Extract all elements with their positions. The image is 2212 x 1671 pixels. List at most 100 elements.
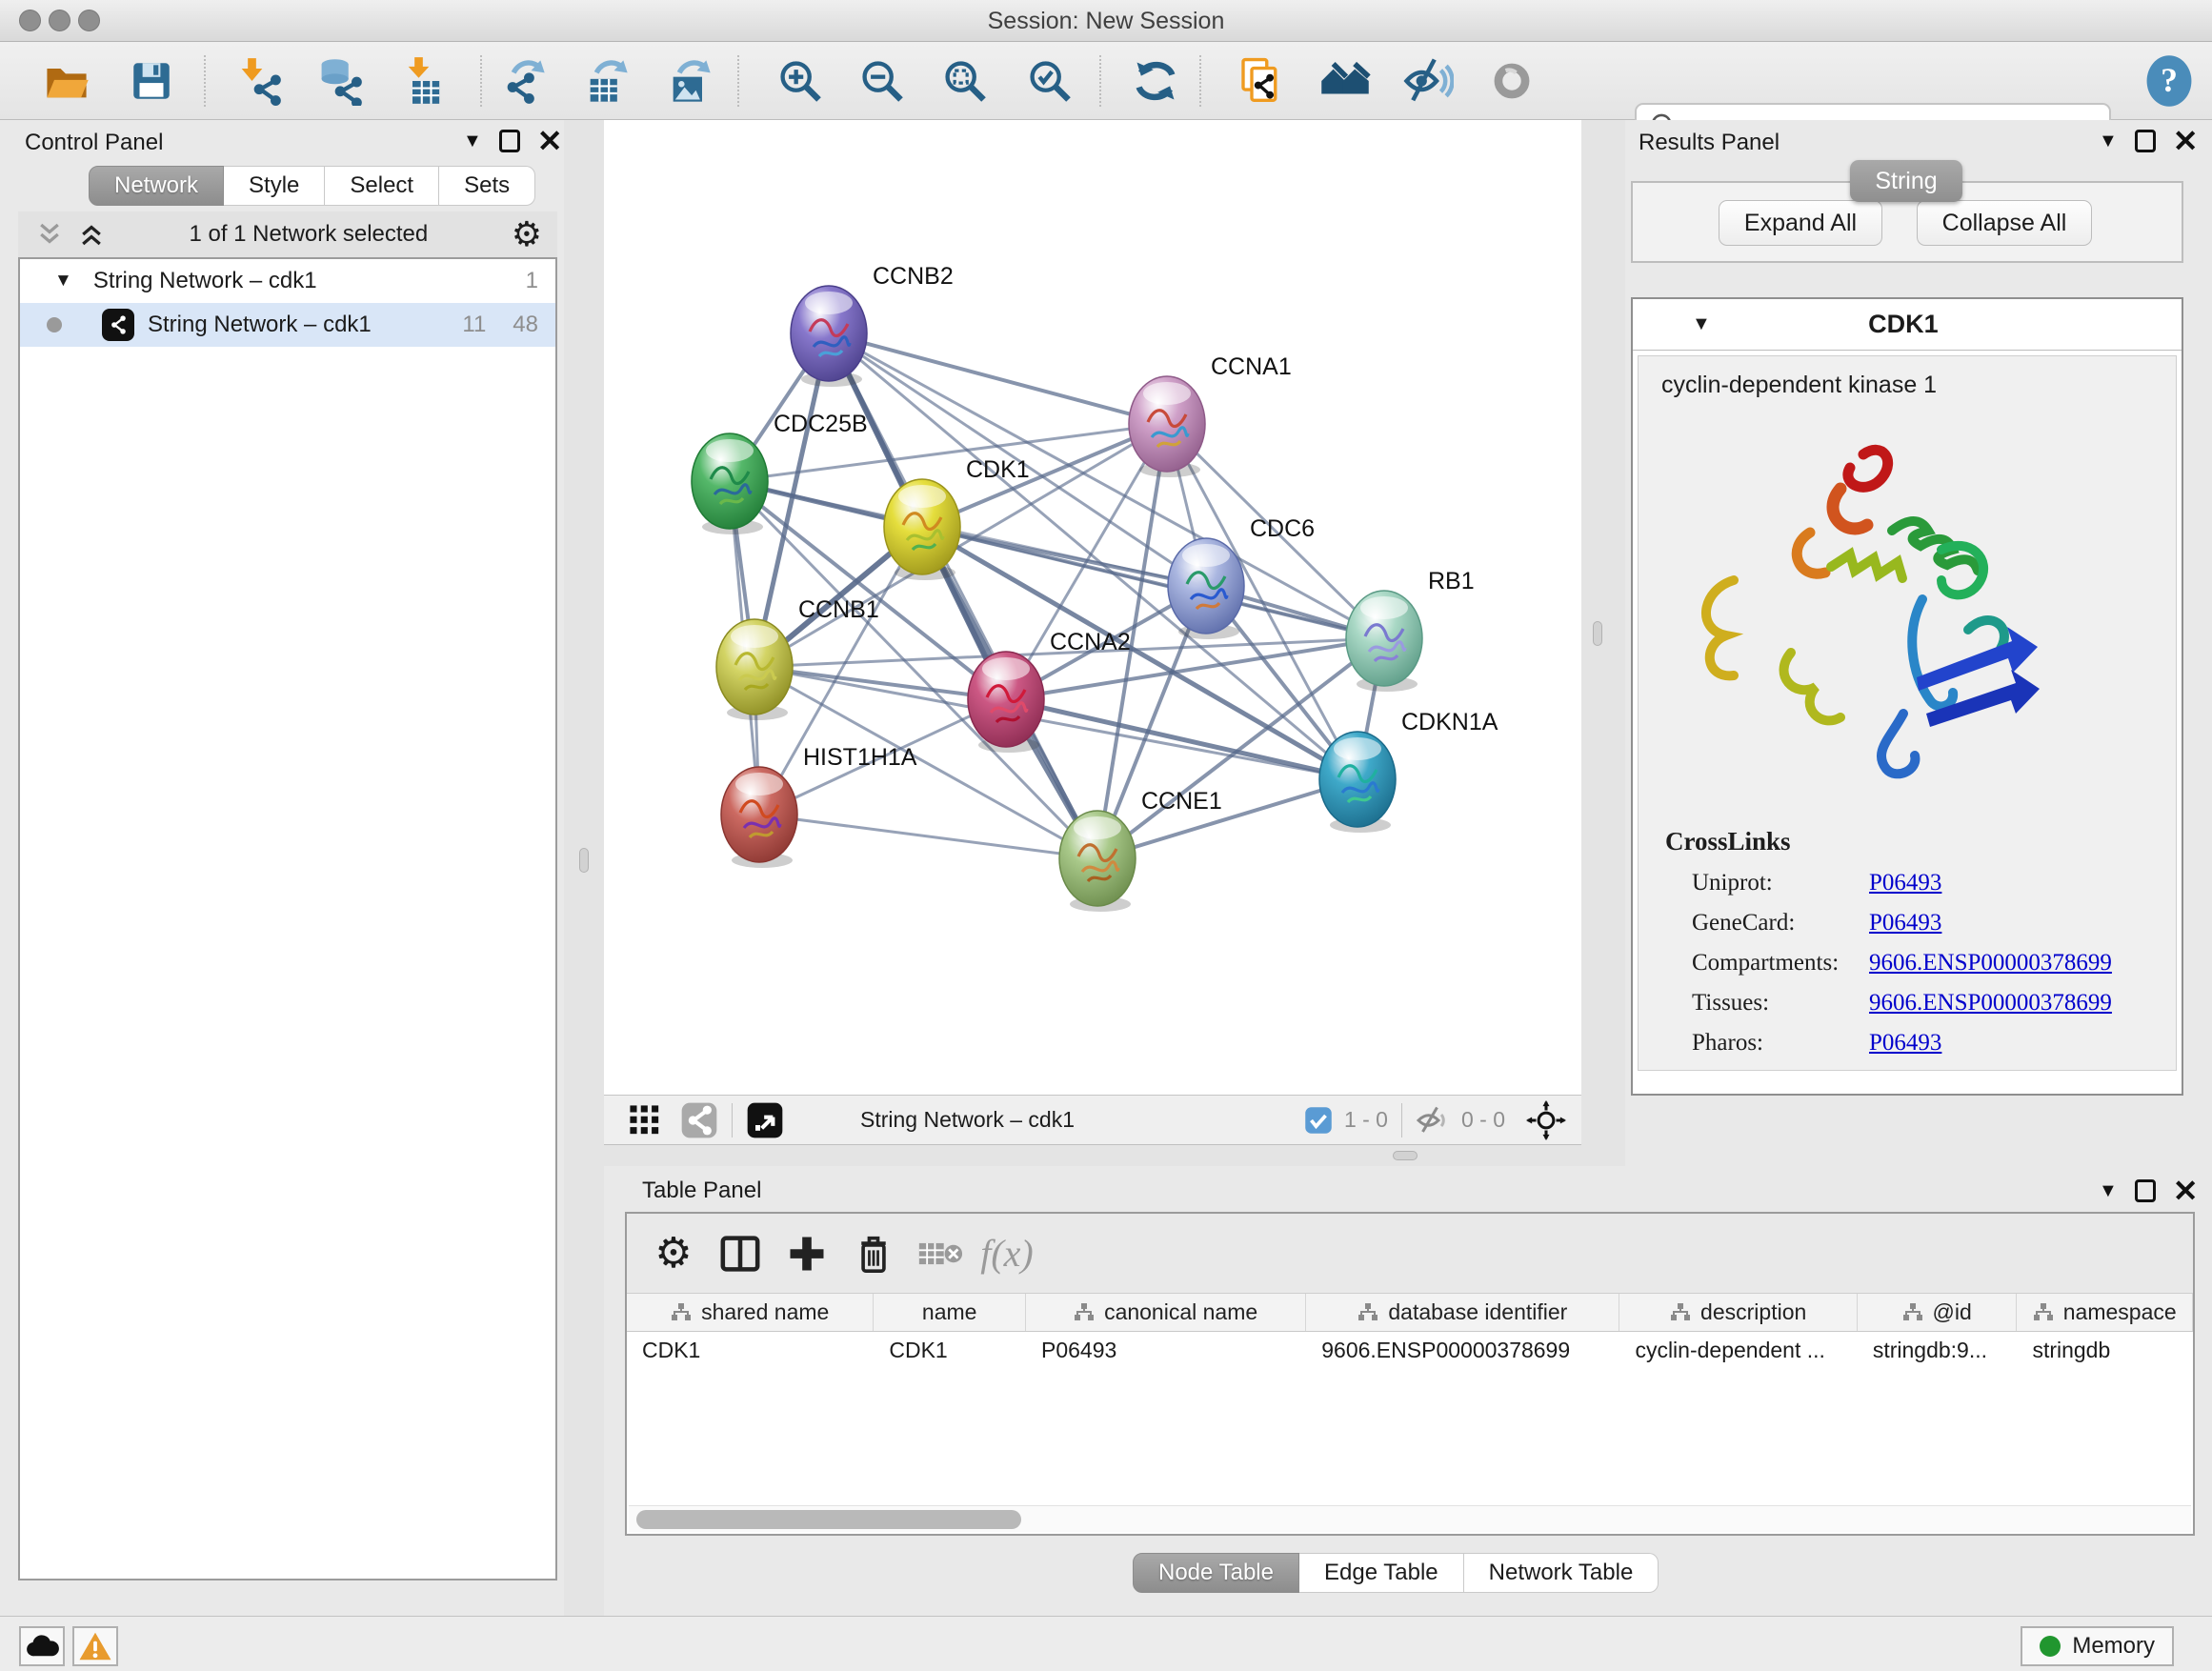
- right-splitter-handle[interactable]: [1593, 621, 1602, 646]
- table-cell[interactable]: 9606.ENSP00000378699: [1306, 1332, 1619, 1368]
- network-edge-CCNA2-CCNA1[interactable]: [1006, 424, 1167, 699]
- column-header-database-identifier[interactable]: database identifier: [1306, 1294, 1619, 1331]
- delete-column-icon[interactable]: [840, 1233, 907, 1275]
- network-collection-row[interactable]: ▼ String Network – cdk1 1: [20, 259, 555, 303]
- cloud-status-button[interactable]: [19, 1626, 65, 1666]
- network-node-RB1[interactable]: RB1: [1346, 568, 1475, 692]
- network-graph[interactable]: CCNB2CCNA1CDC25BCDK1CDC6RB1CCNB1CCNA2CDK…: [604, 120, 1581, 1095]
- tree-expand-icon[interactable]: ▼: [54, 271, 72, 292]
- zoom-fit-button[interactable]: [934, 50, 996, 111]
- open-file-button[interactable]: [35, 50, 98, 111]
- collapse-all-icon[interactable]: [35, 220, 64, 249]
- table-settings-gear-icon[interactable]: ⚙: [640, 1229, 707, 1278]
- gene-collapse-icon[interactable]: ▼: [1692, 313, 1711, 335]
- add-column-icon[interactable]: [774, 1234, 840, 1274]
- scrollbar-thumb[interactable]: [636, 1510, 1021, 1529]
- network-edge-CDKN1A-CCNE1[interactable]: [1097, 779, 1357, 858]
- help-button[interactable]: ?: [2138, 50, 2201, 111]
- column-header-namespace[interactable]: namespace: [2017, 1294, 2193, 1331]
- network-node-CCNA1[interactable]: CCNA1: [1129, 353, 1292, 477]
- tab-sets[interactable]: Sets: [439, 166, 535, 206]
- refresh-button[interactable]: [1124, 50, 1187, 111]
- column-header--id[interactable]: @id: [1858, 1294, 2018, 1331]
- column-header-description[interactable]: description: [1619, 1294, 1857, 1331]
- import-network-file-button[interactable]: [227, 50, 290, 111]
- network-node-CDC25B[interactable]: CDC25B: [692, 411, 868, 534]
- network-options-gear-icon[interactable]: ⚙: [512, 217, 542, 252]
- panel-collapse-icon[interactable]: ▼: [2099, 1180, 2118, 1202]
- export-network-button[interactable]: [493, 50, 555, 111]
- panel-close-icon[interactable]: ✕: [537, 130, 563, 152]
- svg-text:?: ?: [2161, 61, 2178, 99]
- export-image-button[interactable]: [658, 50, 721, 111]
- import-table-file-button[interactable]: [393, 50, 456, 111]
- network-edge-CCNE1-HIST1H1A[interactable]: [759, 815, 1097, 858]
- network-edge-CDC25B-CDC6[interactable]: [730, 481, 1206, 586]
- zoom-out-button[interactable]: [851, 50, 914, 111]
- table-hscrollbar[interactable]: [629, 1505, 2191, 1532]
- panel-collapse-icon[interactable]: ▼: [463, 131, 482, 152]
- warnings-button[interactable]: [72, 1626, 118, 1666]
- tab-network-table[interactable]: Network Table: [1464, 1553, 1659, 1593]
- crosslink-value-link[interactable]: P06493: [1869, 910, 1941, 936]
- import-network-database-button[interactable]: [308, 50, 371, 111]
- table-cell[interactable]: stringdb: [2017, 1332, 2193, 1368]
- panel-collapse-icon[interactable]: ▼: [2099, 131, 2118, 152]
- crosslink-value-link[interactable]: 9606.ENSP00000378699: [1869, 990, 2112, 1017]
- function-builder-icon[interactable]: f(x): [974, 1231, 1040, 1276]
- table-cell[interactable]: CDK1: [874, 1332, 1026, 1368]
- tab-select[interactable]: Select: [325, 166, 439, 206]
- network-node-CDKN1A[interactable]: CDKN1A: [1319, 709, 1498, 833]
- network-row[interactable]: String Network – cdk1 11 48: [20, 303, 555, 347]
- network-node-CCNE1[interactable]: CCNE1: [1059, 788, 1222, 912]
- panel-close-icon[interactable]: ✕: [2173, 1179, 2199, 1202]
- network-node-CDC6[interactable]: CDC6: [1168, 515, 1315, 639]
- expand-all-icon[interactable]: [77, 220, 106, 249]
- highlight-button[interactable]: [1480, 50, 1543, 111]
- zoom-selected-button[interactable]: [1018, 50, 1081, 111]
- panel-float-icon[interactable]: [2135, 1179, 2156, 1202]
- hide-selection-button[interactable]: [1397, 50, 1459, 111]
- table-cell[interactable]: stringdb:9...: [1858, 1332, 2018, 1368]
- column-header-name[interactable]: name: [874, 1294, 1026, 1331]
- tab-string[interactable]: String: [1850, 160, 1962, 202]
- column-header-shared-name[interactable]: shared name: [627, 1294, 874, 1331]
- tab-style[interactable]: Style: [224, 166, 325, 206]
- hidden-eye-icon[interactable]: [1416, 1106, 1450, 1135]
- collapse-all-button[interactable]: Collapse All: [1917, 200, 2092, 246]
- tab-node-table[interactable]: Node Table: [1133, 1553, 1299, 1593]
- network-edge-CCNB2-CCNA1[interactable]: [829, 333, 1167, 424]
- crosslink-value-link[interactable]: P06493: [1869, 1030, 1941, 1057]
- delete-table-icon[interactable]: [907, 1237, 974, 1271]
- panel-close-icon[interactable]: ✕: [2173, 130, 2199, 152]
- left-splitter-handle[interactable]: [579, 848, 589, 873]
- show-columns-icon[interactable]: [707, 1235, 774, 1273]
- export-table-button[interactable]: [575, 50, 638, 111]
- panel-float-icon[interactable]: [2135, 130, 2156, 152]
- crosslink-value-link[interactable]: 9606.ENSP00000378699: [1869, 950, 2112, 976]
- home-networks-button[interactable]: [1314, 50, 1377, 111]
- column-header-canonical-name[interactable]: canonical name: [1026, 1294, 1306, 1331]
- save-session-button[interactable]: [120, 50, 183, 111]
- network-node-HIST1H1A[interactable]: HIST1H1A: [721, 744, 917, 868]
- crosshair-icon[interactable]: [1526, 1100, 1566, 1140]
- panel-float-icon[interactable]: [499, 130, 520, 152]
- tab-network[interactable]: Network: [89, 166, 224, 206]
- zoom-in-button[interactable]: [769, 50, 832, 111]
- share-view-icon[interactable]: [680, 1101, 718, 1139]
- table-cell[interactable]: P06493: [1026, 1332, 1306, 1368]
- memory-button[interactable]: Memory: [2021, 1626, 2174, 1666]
- gene-header-row[interactable]: ▼ CDK1: [1633, 299, 2182, 351]
- table-row[interactable]: CDK1CDK1P064939606.ENSP00000378699cyclin…: [627, 1332, 2193, 1368]
- horizontal-splitter-handle[interactable]: [1393, 1151, 1418, 1160]
- selected-checkbox-icon[interactable]: [1304, 1106, 1333, 1135]
- string-query-button[interactable]: [1229, 50, 1292, 111]
- crosslink-value-link[interactable]: P06493: [1869, 870, 1941, 896]
- tab-edge-table[interactable]: Edge Table: [1299, 1553, 1464, 1593]
- table-cell[interactable]: cyclin-dependent ...: [1619, 1332, 1857, 1368]
- expand-all-button[interactable]: Expand All: [1719, 200, 1882, 246]
- grid-view-icon[interactable]: [629, 1104, 661, 1137]
- network-canvas[interactable]: CCNB2CCNA1CDC25BCDK1CDC6RB1CCNB1CCNA2CDK…: [604, 120, 1581, 1095]
- table-cell[interactable]: CDK1: [627, 1332, 874, 1368]
- birdseye-toggle-icon[interactable]: [746, 1101, 784, 1139]
